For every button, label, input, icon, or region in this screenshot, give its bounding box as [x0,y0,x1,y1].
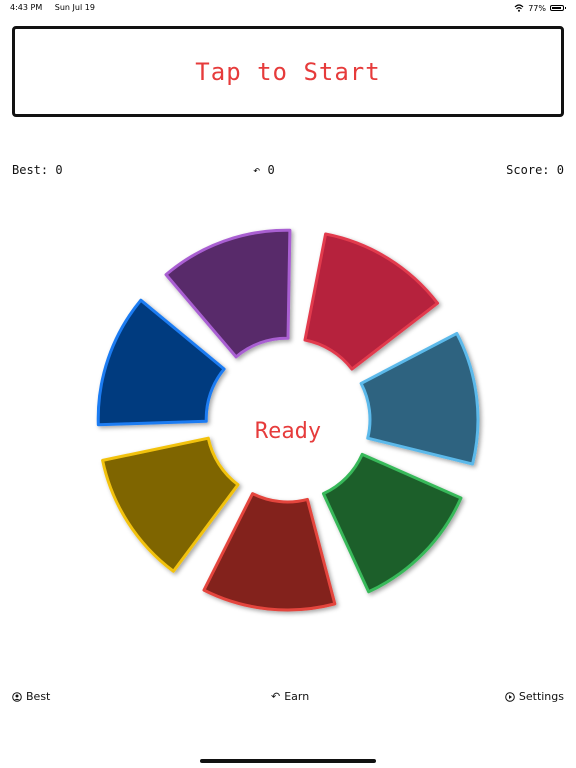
status-right: 77% [514,3,566,13]
status-left: 4:43 PM Sun Jul 19 [10,3,105,12]
color-wheel-svg: Ready [96,228,480,612]
start-label: Tap to Start [195,57,381,86]
home-indicator [200,759,376,763]
status-bar: 4:43 PM Sun Jul 19 77% [0,0,576,14]
wheel-segment-blue[interactable] [359,331,480,466]
bottom-bar: Best ↶ Earn Settings [0,690,576,708]
wifi-icon [514,4,524,12]
wheel-segment-red[interactable] [303,232,440,371]
wheel-segment-olive[interactable] [101,436,240,573]
status-date: Sun Jul 19 [54,3,95,12]
settings-button-label: Settings [518,690,564,703]
battery-icon [550,5,566,11]
stats-row: Best: 0 ↶ 0 Score: 0 [0,163,576,181]
start-button[interactable]: Tap to Start [12,26,564,117]
wheel-segment-dark-red[interactable] [202,492,337,612]
status-time: 4:43 PM [10,3,43,12]
best-button-label: Best [26,690,51,703]
ready-label: Ready [255,419,321,444]
battery-percent: 77% [528,3,546,13]
earn-button-label: Earn [284,690,310,703]
best-button[interactable]: Best [12,690,50,703]
undo-icon: ↶ [253,163,261,177]
score-value: 0 [556,163,564,177]
current-score: Score: 0 [506,163,564,177]
user-circle-icon [12,691,22,702]
earn-button[interactable]: ↶ Earn [271,690,309,703]
best-value: 0 [55,163,63,177]
color-wheel: Ready [70,214,506,632]
score-label: Score: [506,163,550,177]
undo-arrow-icon: ↶ [271,690,281,703]
settings-button[interactable]: Settings [505,690,564,703]
play-circle-icon [505,691,515,702]
best-label: Best: [12,163,49,177]
best-score: Best: 0 [12,163,63,177]
undo-value: 0 [267,163,275,177]
wheel-segment-green[interactable] [321,452,463,594]
undo-counter[interactable]: ↶ 0 [253,163,275,177]
